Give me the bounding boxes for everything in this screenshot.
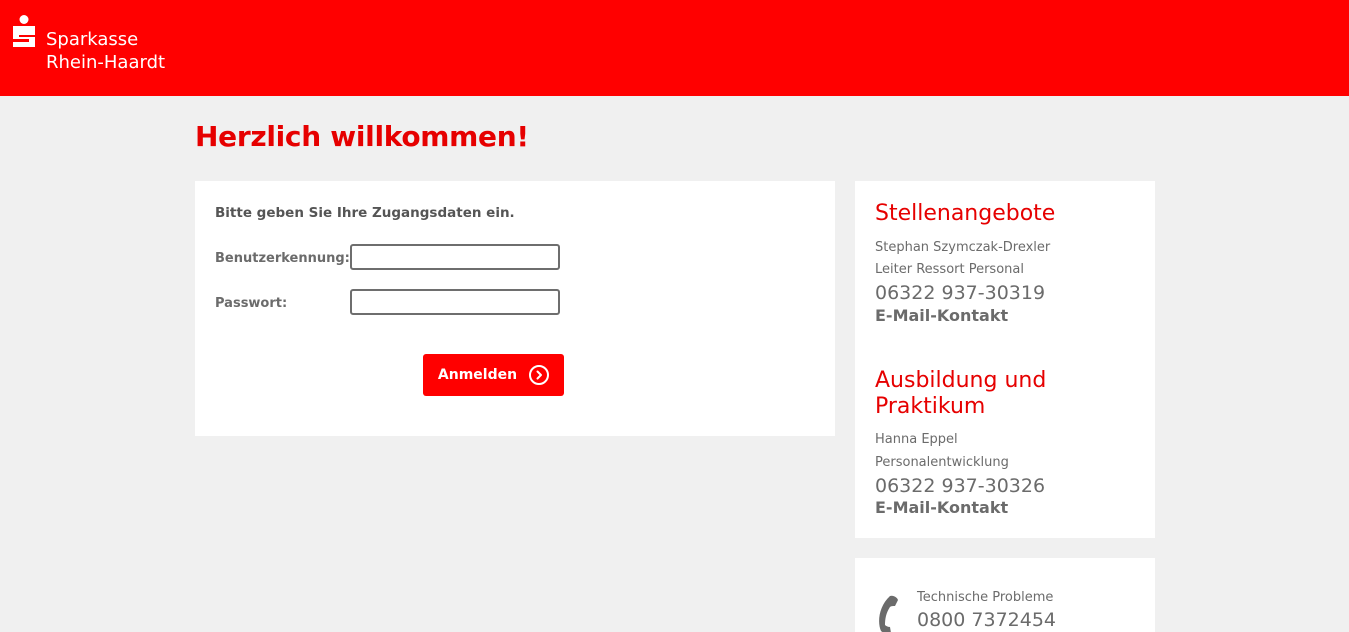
contact-panel: Stellenangebote Stephan Szymczak-Drexler… [855, 181, 1155, 538]
password-label: Passwort: [215, 296, 288, 311]
jobs-contact-name: Stephan Szymczak-Drexler [875, 240, 1051, 255]
jobs-contact-phone: 06322 937-30319 [875, 282, 1046, 304]
training-heading: Ausbildung und Praktikum [875, 368, 1047, 419]
jobs-email-link[interactable]: E-Mail-Kontakt [875, 306, 1008, 325]
support-label: Technische Probleme [917, 590, 1054, 605]
page-title: Herzlich willkommen! [195, 120, 529, 153]
bank-name-line2: Rhein-Haardt [46, 52, 166, 73]
training-contact-role: Personalentwicklung [875, 455, 1009, 470]
site-header: Sparkasse Rhein-Haardt [0, 0, 1349, 96]
login-button[interactable]: Anmelden [423, 354, 564, 396]
training-contact-phone: 06322 937-30326 [875, 475, 1046, 497]
support-phone: 0800 7372454 [917, 609, 1057, 631]
login-form: Bitte geben Sie Ihre Zugangsdaten ein. B… [195, 181, 835, 436]
login-button-label: Anmelden [437, 367, 518, 383]
jobs-heading: Stellenangebote [875, 201, 1056, 226]
login-instructions: Bitte geben Sie Ihre Zugangsdaten ein. [215, 205, 515, 221]
training-email-link[interactable]: E-Mail-Kontakt [875, 498, 1008, 517]
jobs-contact-role: Leiter Ressort Personal [875, 262, 1024, 277]
phone-icon [879, 595, 898, 632]
bank-name-line1: Sparkasse [46, 29, 139, 50]
password-input[interactable] [350, 289, 560, 315]
username-label: Benutzerkennung: [215, 251, 350, 266]
bank-name[interactable]: Sparkasse Rhein-Haardt [46, 28, 165, 74]
training-contact-name: Hanna Eppel [875, 432, 958, 447]
username-input[interactable] [350, 244, 560, 270]
sparkasse-logo-icon[interactable] [11, 15, 37, 49]
chevron-right-icon [529, 365, 550, 385]
support-panel: Technische Probleme 0800 7372454 [855, 558, 1155, 632]
